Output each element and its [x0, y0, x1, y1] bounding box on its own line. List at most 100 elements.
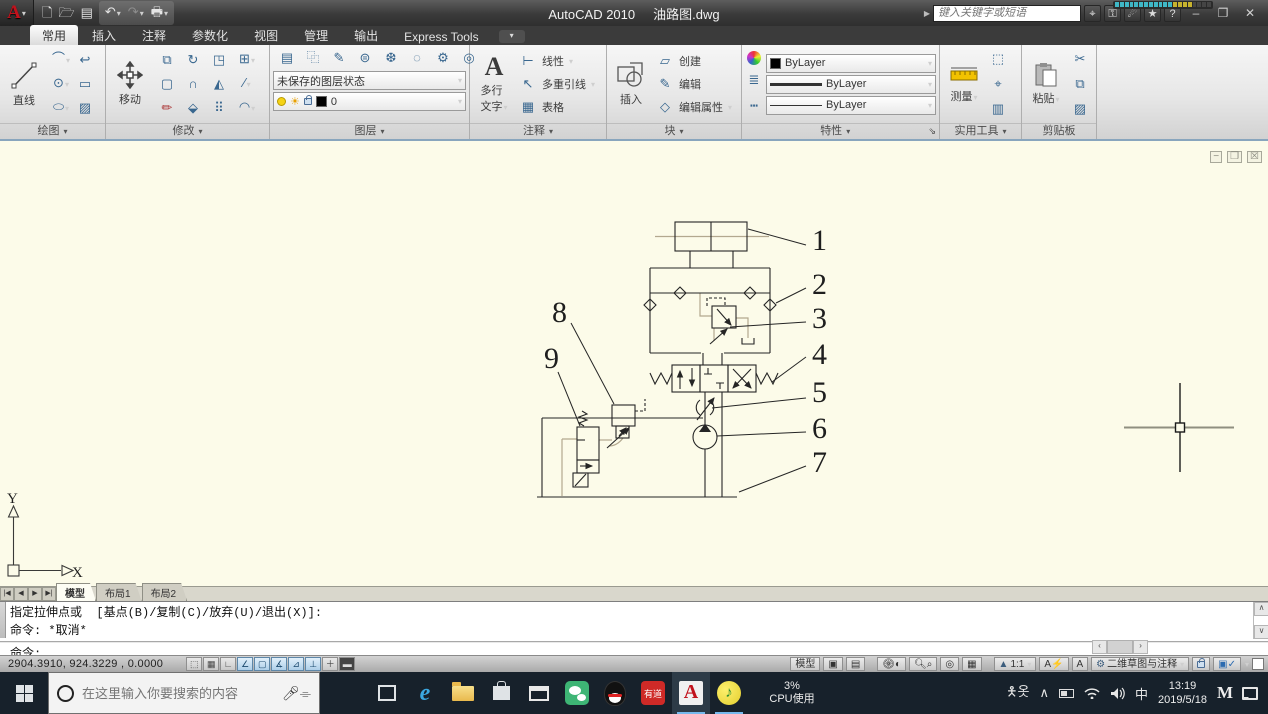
quick-select-icon[interactable]: ⬚ — [988, 48, 1008, 70]
taskbar-qqmusic[interactable]: ♪ — [710, 672, 748, 714]
taskbar-clock[interactable]: 13:19 2019/5/18 — [1158, 679, 1207, 707]
match-properties-icon[interactable]: ▨ — [1070, 98, 1090, 120]
layer-isolate-icon[interactable]: ✎ — [329, 47, 349, 69]
hatch-icon[interactable]: ▨ — [74, 97, 96, 119]
close-button[interactable]: ✕ — [1238, 6, 1262, 20]
multileader-button[interactable]: ↖ 多重引线 ▾ — [518, 73, 595, 95]
block-edit-button[interactable]: ✎ 编辑 — [655, 73, 732, 95]
color-wheel-icon[interactable] — [747, 51, 761, 65]
scroll-right-icon[interactable]: › — [1133, 640, 1148, 654]
taskbar-autocad[interactable]: A — [672, 672, 710, 714]
command-window-grip[interactable] — [0, 602, 6, 638]
rotate-icon[interactable]: ↻ — [180, 49, 206, 71]
infocenter-search-input[interactable] — [933, 4, 1081, 22]
erase-icon[interactable]: ✏ — [154, 97, 180, 119]
mtext-button[interactable]: A 多行 文字▾ — [473, 53, 515, 115]
object-color-dropdown[interactable]: ByLayer ▾ — [766, 53, 936, 73]
panel-footer-modify[interactable]: 修改 ▾ — [106, 123, 269, 139]
explode-icon[interactable]: ⬙ — [180, 97, 206, 119]
taskbar-edge[interactable]: e — [406, 672, 444, 714]
trim-icon[interactable]: ◳ — [206, 49, 232, 71]
undo-button[interactable]: ↶▾ — [105, 2, 121, 24]
ducs-toggle[interactable]: ⊥ — [305, 657, 322, 671]
stretch-icon[interactable]: ▢ — [154, 73, 180, 95]
command-window[interactable]: 指定拉伸点或 [基点(B)/复制(C)/放弃(U)/退出(X)]: 命令: *取… — [0, 601, 1268, 661]
taskbar-search[interactable]: 🎤︎⌯ — [48, 672, 320, 714]
taskbar-qq[interactable] — [596, 672, 634, 714]
taskbar-search-input[interactable] — [82, 685, 275, 701]
taskbar-store[interactable] — [482, 672, 520, 714]
osnap3d-toggle[interactable]: ∡ — [271, 657, 288, 671]
pan-steering-wheel-icon[interactable]: 🛞︎◐ — [877, 657, 907, 671]
insert-block-button[interactable]: 插入 — [610, 60, 652, 108]
hardware-acceleration-icon[interactable]: ▣✓ — [1213, 657, 1241, 671]
tray-expand-icon[interactable]: ∧ — [1039, 685, 1049, 701]
start-button[interactable] — [0, 672, 48, 714]
linetype-icon[interactable]: ┅ — [747, 95, 761, 117]
navigation-wheel-icon[interactable]: ◎ — [940, 657, 960, 671]
drawing-canvas[interactable]: − ❐ ☒ 1 2 3 4 5 6 7 8 9 Y X — [0, 141, 1268, 586]
layer-lock-icon[interactable]: ⚙ — [433, 47, 453, 69]
layer-off-icon[interactable]: ◌ — [407, 47, 427, 69]
annotation-scale-button[interactable]: ▲ 1:1 ▾ — [993, 657, 1037, 671]
block-create-button[interactable]: ▱ 创建 — [655, 50, 732, 72]
tab-output[interactable]: 输出 — [342, 25, 390, 45]
layer-dropdown[interactable]: ☀ 0 ▾ — [273, 92, 466, 111]
copy-icon[interactable]: ⧉ — [154, 49, 180, 71]
quick-view-drawings-icon[interactable]: ▤ — [845, 657, 866, 671]
move-button[interactable]: 移动 — [109, 60, 151, 108]
scroll-down-icon[interactable]: ∨ — [1254, 625, 1268, 639]
wifi-icon[interactable] — [1084, 687, 1100, 699]
array-icon[interactable]: ⊞▾ — [232, 48, 262, 72]
layout-tab-layout2[interactable]: 布局2 — [142, 583, 188, 601]
panel-footer-draw[interactable]: 绘图 ▾ — [0, 123, 105, 139]
scrollbar-thumb[interactable] — [1107, 640, 1133, 654]
measure-button[interactable]: 测量▾ — [943, 63, 985, 105]
tab-express-tools[interactable]: Express Tools — [392, 28, 490, 45]
coordinate-display[interactable]: 2904.3910, 924.3229 , 0.0000 — [0, 658, 171, 670]
task-view-button[interactable] — [368, 672, 406, 714]
table-button[interactable]: ▦ 表格 — [518, 96, 595, 118]
ortho-toggle[interactable]: ∟ — [220, 657, 237, 671]
circle-icon[interactable]: ⊙▾ — [48, 72, 74, 96]
fillet-icon[interactable]: ∩ — [180, 73, 206, 95]
command-vertical-scrollbar[interactable]: ∧ ∨ — [1253, 602, 1268, 639]
tab-parametric[interactable]: 参数化 — [180, 25, 240, 45]
chamfer-icon[interactable]: ◠▾ — [232, 96, 262, 120]
cpu-usage-widget[interactable]: 3% CPU使用 — [748, 672, 836, 714]
clean-screen-button[interactable] — [1252, 658, 1264, 670]
volume-icon[interactable] — [1110, 687, 1125, 700]
linetype-dropdown[interactable]: ByLayer ▾ — [766, 95, 936, 115]
panel-footer-properties[interactable]: 特性 ▾ ⇘ — [742, 123, 939, 139]
plot-button[interactable]: 🖶▾ — [151, 2, 168, 24]
lineweight-dropdown[interactable]: ByLayer ▾ — [766, 74, 936, 94]
panel-footer-layers[interactable]: 图层 ▾ — [270, 123, 469, 139]
tab-insert[interactable]: 插入 — [80, 25, 128, 45]
panel-dialog-launcher-icon[interactable]: ⇘ — [928, 124, 936, 139]
layer-states-icon[interactable]: ⿻ — [303, 47, 323, 69]
layout-tab-model[interactable]: 模型 — [56, 583, 96, 601]
measure-tools-icon[interactable]: ∕▾ — [232, 72, 262, 96]
quick-calc-icon[interactable]: ▥ — [988, 98, 1008, 120]
zoom-icon[interactable]: 🔍︎⌕ — [909, 657, 938, 671]
open-file-button[interactable]: 🗁 — [58, 3, 74, 23]
layer-unisolate-icon[interactable]: ⊜ — [355, 47, 375, 69]
grid-toggle[interactable]: ▦ — [203, 657, 220, 671]
mirror-icon[interactable]: ◭ — [206, 73, 232, 95]
layout-tab-layout1[interactable]: 布局1 — [96, 583, 142, 601]
scroll-left-icon[interactable]: ‹ — [1092, 640, 1107, 654]
taskbar-youdao[interactable]: 有道 — [634, 672, 672, 714]
model-space-button[interactable]: 模型 — [790, 657, 821, 671]
ime-indicator[interactable]: 中 — [1135, 684, 1148, 703]
lineweight-icon[interactable]: ≣ — [747, 69, 761, 91]
restore-button[interactable]: ❐ — [1211, 6, 1235, 20]
ellipse-icon[interactable]: ⬭▾ — [48, 96, 74, 120]
tray-m-app-icon[interactable]: M — [1217, 683, 1233, 703]
paste-button[interactable]: 粘贴▾ — [1025, 61, 1067, 107]
battery-icon[interactable] — [1059, 688, 1074, 698]
ribbon-minimize-button[interactable]: ▾ — [498, 30, 525, 43]
scroll-up-icon[interactable]: ∧ — [1254, 602, 1268, 616]
dyn-toggle[interactable]: ＋ — [322, 657, 339, 671]
panel-footer-block[interactable]: 块 ▾ — [607, 123, 741, 139]
copy-clip-icon[interactable]: ⧉ — [1070, 73, 1090, 95]
